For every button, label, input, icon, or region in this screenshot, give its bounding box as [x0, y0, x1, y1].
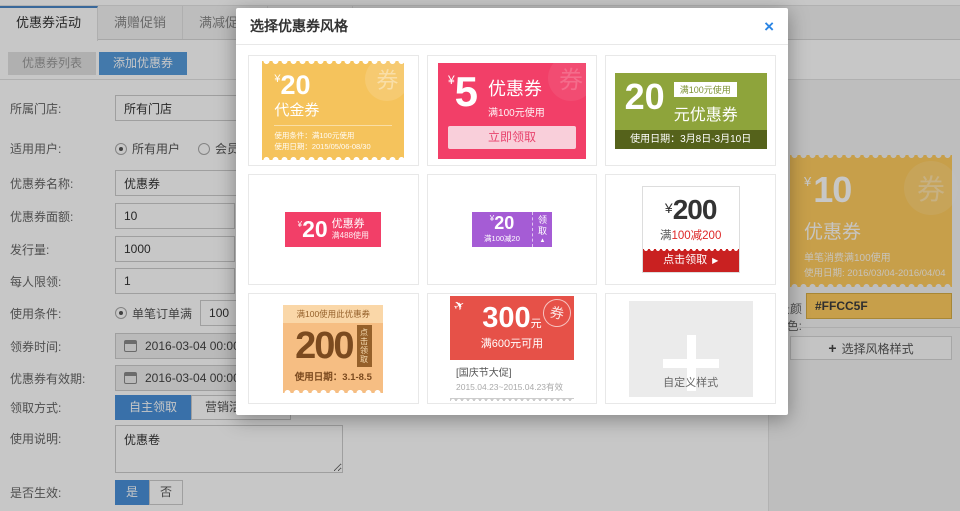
arrow-right-icon: ▶ — [712, 256, 718, 265]
coupon-condition: 满100减20 — [472, 233, 532, 244]
wavy-edge — [450, 398, 574, 401]
coupon-amount: 20 — [625, 80, 665, 125]
coupon-style-tile-custom[interactable]: 自定义样式 — [605, 293, 776, 404]
coupon-style-grid: ¥20 代金券 使用条件：满100元使用 使用日期：2015/05/06-08/… — [236, 45, 788, 414]
scallop-edge — [283, 388, 383, 393]
custom-style-card: 自定义样式 — [629, 301, 753, 397]
currency-symbol: ¥ — [448, 73, 455, 87]
coupon-condition: 使用条件：满100元使用 — [274, 130, 404, 141]
coupon-style-tile-peach[interactable]: 满100使用此优惠券 200 点击领取 使用日期：3.1-8.5 — [248, 293, 419, 404]
coupon-date: 使用日期：3.1-8.5 — [289, 369, 377, 383]
coupon-green: 20 满100元使用 元优惠券 使用日期：3月8日-3月10日 — [615, 73, 767, 149]
coupon-peach: 满100使用此优惠券 200 点击领取 使用日期：3.1-8.5 — [283, 305, 383, 393]
promo-name: [国庆节大促] — [456, 364, 568, 379]
coupon-pink: ¥5 优惠券 满100元使用 立即领取 券 — [438, 63, 586, 159]
coupon-date: 使用日期：2015/05/06-08/30 — [274, 141, 404, 152]
coupon-amount: 20 — [280, 70, 310, 100]
divider — [274, 125, 392, 126]
coupon-style-tile-pink-ribbon[interactable]: ¥20 优惠券 满488使用 — [248, 174, 419, 285]
valid-dates: 2015.04.23~2015.04.23有效 — [456, 381, 568, 393]
coupon-unit: 元 — [531, 318, 542, 330]
coupon-ribbon-pink: ¥20 优惠券 满488使用 — [285, 212, 381, 247]
coupon-condition: 满488使用 — [332, 230, 369, 241]
click-claim-button: 点击领取 ▶ — [643, 249, 739, 272]
coupon-ribbon-purple: ¥20 满100减20 领取 ▲ — [472, 212, 552, 247]
coupon-condition: 满100元使用 — [488, 104, 545, 119]
modal-header: 选择优惠券风格 × — [236, 8, 788, 45]
scallop-edge — [262, 155, 404, 160]
arrow-up-icon: ▲ — [540, 238, 546, 244]
coupon-title: 优惠券 — [332, 218, 369, 230]
click-claim-label: 点击领取 — [663, 254, 707, 266]
coupon-date: 使用日期：3月8日-3月10日 — [615, 130, 767, 149]
currency-symbol: ¥ — [665, 200, 673, 216]
coupon-title: 元优惠券 — [674, 101, 738, 125]
close-icon[interactable]: × — [764, 18, 774, 35]
coupon-style-tile-pink-claim[interactable]: ¥5 优惠券 满100元使用 立即领取 券 — [427, 55, 598, 166]
coupon-amount: 200 — [295, 327, 352, 365]
coupon-condition-red: 100减200 — [671, 230, 721, 242]
modal-title: 选择优惠券风格 — [250, 16, 764, 36]
coupon-condition-prefix: 满 — [660, 230, 672, 242]
coupon-amount: 300 — [482, 302, 530, 334]
coupon-style-tile-red-300[interactable]: ✈ 300元 满600元可用 券 [国庆节大促] 2015.04.23~2015… — [427, 293, 598, 404]
coupon-condition: 满100使用此优惠券 — [283, 305, 383, 323]
coupon-style-tile-white-red[interactable]: ¥200 满100减200 点击领取 ▶ — [605, 174, 776, 285]
coupon-style-tile-purple[interactable]: ¥20 满100减20 领取 ▲ — [427, 174, 598, 285]
coupon-red-300: ✈ 300元 满600元可用 券 [国庆节大促] 2015.04.23~2015… — [450, 296, 574, 401]
coupon-condition: 满600元可用 — [450, 335, 574, 351]
coupon-yellow: ¥20 代金券 使用条件：满100元使用 使用日期：2015/05/06-08/… — [262, 61, 404, 160]
coupon-name: 代金券 — [274, 99, 404, 120]
coupon-style-tile-green[interactable]: 20 满100元使用 元优惠券 使用日期：3月8日-3月10日 — [605, 55, 776, 166]
coupon-amount: 20 — [302, 216, 328, 242]
coupon-white-red: ¥200 满100减200 点击领取 ▶ — [642, 186, 740, 273]
coupon-condition-badge: 满100元使用 — [674, 82, 737, 97]
claim-now-button: 立即领取 — [448, 126, 576, 149]
coupon-amount: 5 — [455, 68, 478, 115]
coupon-admin-page: 优惠券活动 满赠促销 满减促销 限时折扣 优惠券列表 添加优惠券 所属门店: 适… — [0, 0, 960, 511]
custom-style-label: 自定义样式 — [629, 374, 753, 390]
coupon-amount: 200 — [673, 194, 717, 225]
click-claim-tag: 点击领取 — [357, 325, 372, 367]
coupon-title: 优惠券 — [488, 75, 545, 101]
coupon-watermark-icon: 券 — [365, 61, 404, 101]
coupon-style-modal: 选择优惠券风格 × ¥20 代金券 使用条件：满100元使用 使用日期：2015… — [236, 8, 788, 415]
coupon-amount: 20 — [494, 213, 514, 233]
coupon-style-tile-yellow[interactable]: ¥20 代金券 使用条件：满100元使用 使用日期：2015/05/06-08/… — [248, 55, 419, 166]
claim-label: 领取 — [536, 215, 549, 237]
